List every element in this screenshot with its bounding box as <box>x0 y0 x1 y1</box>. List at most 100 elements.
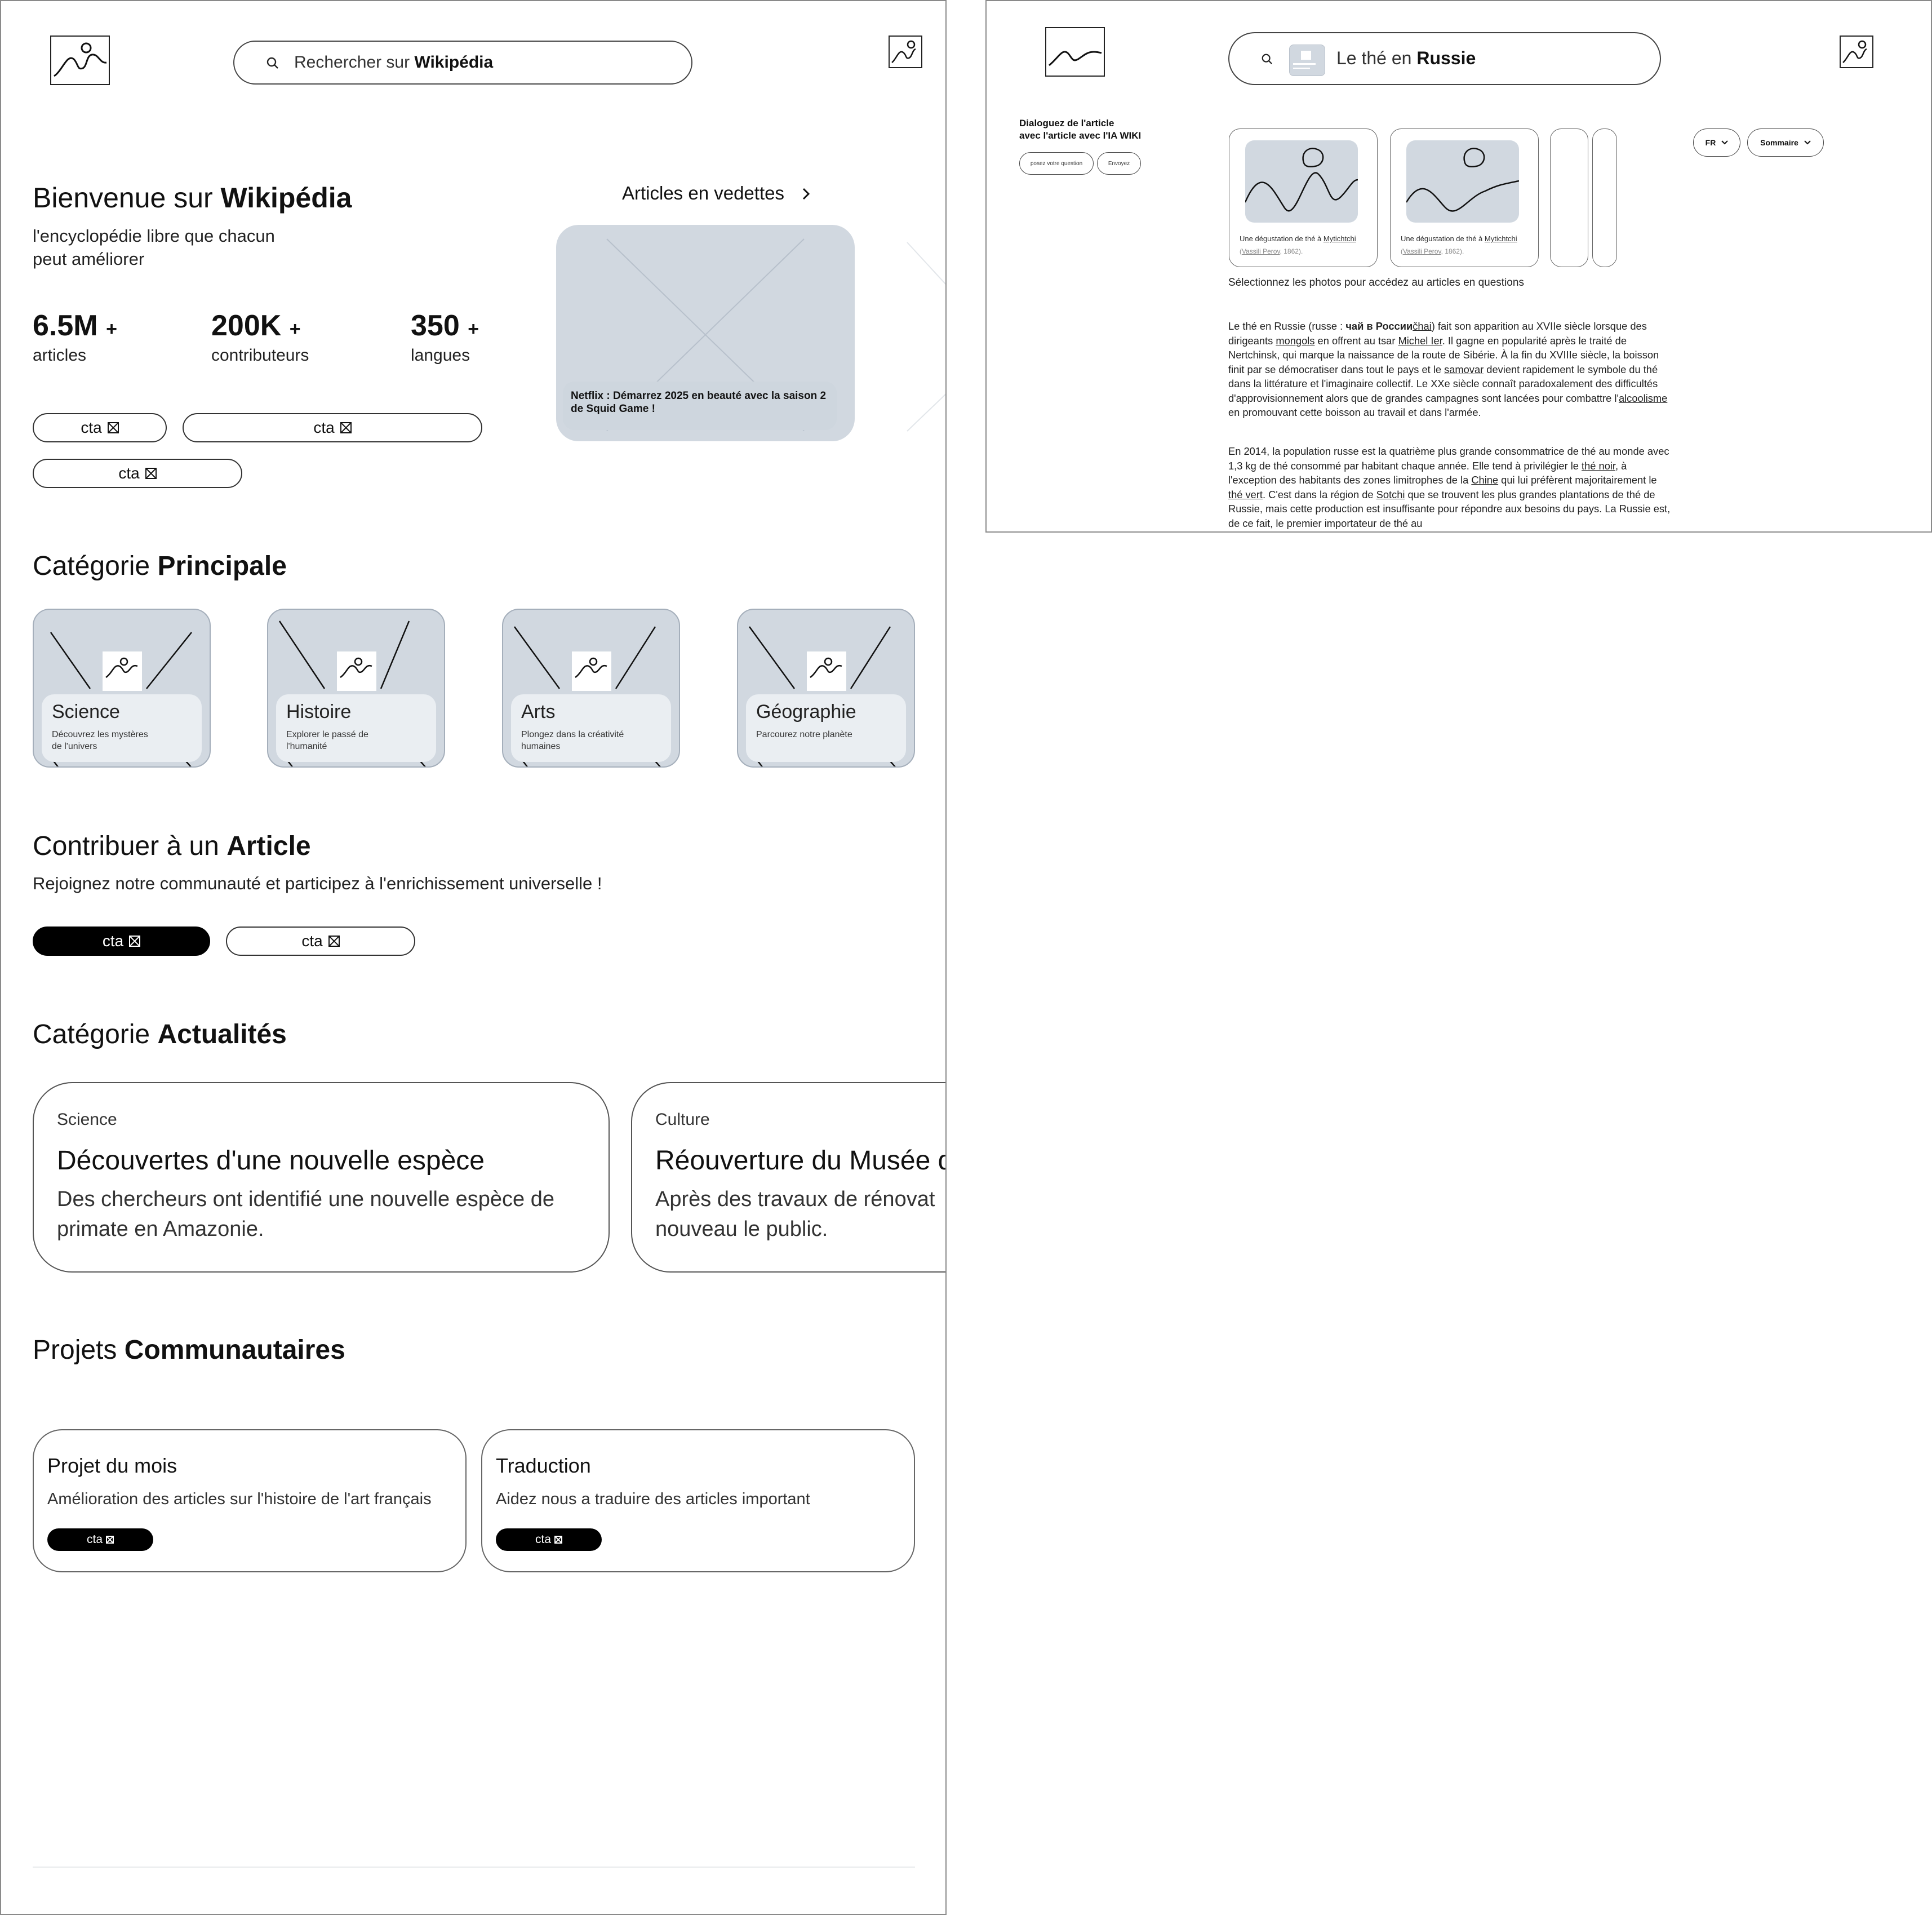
image-icon[interactable] <box>889 36 922 68</box>
news-desc-line-2: nouveau le public. <box>655 1217 828 1241</box>
article-link[interactable]: čhai <box>1413 320 1432 332</box>
project-title: Traduction <box>496 1454 591 1477</box>
category-desc: Explorer le passé de l'humanité <box>286 730 368 751</box>
caption-sub-link[interactable]: Vassili Perov <box>1242 247 1280 255</box>
chevron-down-icon <box>1721 140 1729 145</box>
heading-prefix: Catégorie <box>33 551 158 581</box>
query-prefix: Le thé en <box>1336 48 1417 68</box>
stat-plus: + <box>289 318 301 340</box>
caption-link[interactable]: Mytichtchi <box>1485 234 1517 243</box>
logo-icon[interactable] <box>1045 27 1105 77</box>
welcome-bold: Wikipédia <box>220 182 352 214</box>
photo-placeholder <box>1406 140 1519 223</box>
footer-divider <box>33 1867 915 1868</box>
cta-button-1[interactable]: cta <box>33 413 167 442</box>
project-card-translation[interactable]: Traduction Aidez nous a traduire des art… <box>481 1429 915 1572</box>
photo-card-2[interactable]: Une dégustation de thé à Mytichtchi (Vas… <box>1390 128 1539 267</box>
news-desc-line-1: Après des travaux de rénovat <box>655 1187 935 1211</box>
project-cta-button[interactable]: cta <box>47 1528 153 1551</box>
category-title: Histoire <box>286 701 352 722</box>
welcome-heading: Bienvenue sur Wikipédia <box>33 181 352 214</box>
stat-plus: + <box>106 318 117 340</box>
photo-caption: Une dégustation de thé à Mytichtchi (Vas… <box>1401 233 1517 258</box>
ai-chat-input[interactable]: posez votre question <box>1019 152 1094 175</box>
chevron-right-icon[interactable] <box>802 187 811 201</box>
cta-button-2[interactable]: cta <box>183 413 482 442</box>
news-desc-line-1: Des chercheurs ont identifié une nouvell… <box>57 1187 555 1211</box>
category-card-arts[interactable]: Arts Plongez dans la créativité humaines <box>502 609 680 768</box>
category-title: Arts <box>521 701 556 722</box>
photo-card-1[interactable]: Une dégustation de thé à Mytichtchi (Vas… <box>1229 128 1378 267</box>
category-desc: Plongez dans la créativité humaines <box>521 730 624 751</box>
article-link[interactable]: Chine <box>1471 474 1498 486</box>
image-icon[interactable] <box>1840 36 1873 68</box>
stat-label: articles <box>33 346 87 365</box>
cta-label: cta <box>102 932 124 950</box>
news-title: Réouverture du Musée d <box>655 1146 947 1176</box>
category-info: Histoire Explorer le passé de l'humanité <box>276 694 436 762</box>
caption-text: Une dégustation de thé à <box>1401 234 1485 243</box>
ai-chat-title: Dialoguez de l'article avec l'article av… <box>1019 117 1141 142</box>
heading-bold: Article <box>226 831 311 861</box>
search-placeholder: Rechercher sur Wikipédia <box>294 53 493 72</box>
photo-card-4[interactable] <box>1592 128 1617 267</box>
article-link[interactable]: Michel Ier <box>1398 335 1442 347</box>
category-card-histoire[interactable]: Histoire Explorer le passé de l'humanité <box>267 609 445 768</box>
article-link[interactable]: thé vert <box>1228 489 1263 500</box>
news-title: Découvertes d'une nouvelle espèce <box>57 1146 485 1176</box>
contribute-cta-primary[interactable]: cta <box>33 927 210 956</box>
stat-value: 200K <box>211 309 282 342</box>
article-link[interactable]: Sotchi <box>1376 489 1405 500</box>
news-card-culture[interactable]: Culture Réouverture du Musée d Après des… <box>631 1082 947 1273</box>
contribute-cta-secondary[interactable]: cta <box>226 927 415 956</box>
news-heading: Catégorie Actualités <box>33 1019 287 1050</box>
select-label: Sommaire <box>1760 138 1798 147</box>
article-link[interactable]: mongols <box>1276 335 1314 347</box>
caption-sub-link[interactable]: Vassili Perov <box>1403 247 1441 255</box>
news-desc: Des chercheurs ont identifié une nouvell… <box>57 1185 554 1244</box>
tagline-line-1: l'encyclopédie libre que chacun <box>33 226 275 246</box>
logo-icon[interactable] <box>50 36 110 85</box>
article-link[interactable]: samovar <box>1444 364 1484 375</box>
category-desc: Parcourez notre planète <box>756 730 852 739</box>
project-desc: Aidez nous a traduire des articles impor… <box>496 1490 810 1508</box>
article-link[interactable]: alcoolisme <box>1619 392 1667 404</box>
placeholder-x-icon <box>107 422 119 433</box>
project-card-month[interactable]: Projet du mois Amélioration des articles… <box>33 1429 467 1572</box>
article-search-bar[interactable]: Le thé en Russie <box>1228 32 1661 85</box>
tagline-line-2: peut améliorer <box>33 249 145 269</box>
search-bar[interactable]: Rechercher sur Wikipédia <box>233 41 692 85</box>
caption-sub: (Vassili Perov, 1862). <box>1401 247 1464 255</box>
cta-button-3[interactable]: cta <box>33 459 242 488</box>
news-desc: Après des travaux de rénovat nouveau le … <box>655 1185 935 1244</box>
photo-caption: Une dégustation de thé à Mytichtchi (Vas… <box>1240 233 1356 258</box>
contribute-heading: Contribuer à un Article <box>33 831 311 862</box>
featured-heading[interactable]: Articles en vedettes <box>622 183 811 204</box>
featured-card[interactable]: Netflix : Démarrez 2025 en beauté avec l… <box>556 225 855 441</box>
search-icon <box>267 57 278 69</box>
cta-label: cta <box>301 932 323 950</box>
caption-sub: (Vassili Perov, 1862). <box>1240 247 1303 255</box>
article-link[interactable]: thé noir <box>1582 460 1615 472</box>
cta-label: cta <box>86 1533 103 1546</box>
stat-plus: + <box>468 318 479 340</box>
category-title: Géographie <box>756 701 856 722</box>
summary-select[interactable]: Sommaire <box>1747 128 1824 157</box>
query-bold: Russie <box>1416 48 1476 68</box>
project-desc: Amélioration des articles sur l'histoire… <box>47 1490 432 1508</box>
ai-chat-send-button[interactable]: Envoyez <box>1097 152 1141 175</box>
caption-link[interactable]: Mytichtchi <box>1323 234 1356 243</box>
category-card-geographie[interactable]: Géographie Parcourez notre planète <box>737 609 915 768</box>
language-select[interactable]: FR <box>1693 128 1740 157</box>
category-title: Science <box>52 701 120 722</box>
stat-articles: 6.5M + articles <box>33 309 117 365</box>
category-card-science[interactable]: Science Découvrez les mystères de l'univ… <box>33 609 211 768</box>
next-card-outline <box>907 242 945 432</box>
caption-text: Une dégustation de thé à <box>1240 234 1323 243</box>
placeholder-x-icon <box>340 422 352 433</box>
heading-prefix: Projets <box>33 1335 125 1365</box>
news-card-science[interactable]: Science Découvertes d'une nouvelle espèc… <box>33 1082 610 1273</box>
stat-value: 6.5M <box>33 309 98 342</box>
photo-card-3[interactable] <box>1550 128 1588 267</box>
project-cta-button[interactable]: cta <box>496 1528 602 1551</box>
